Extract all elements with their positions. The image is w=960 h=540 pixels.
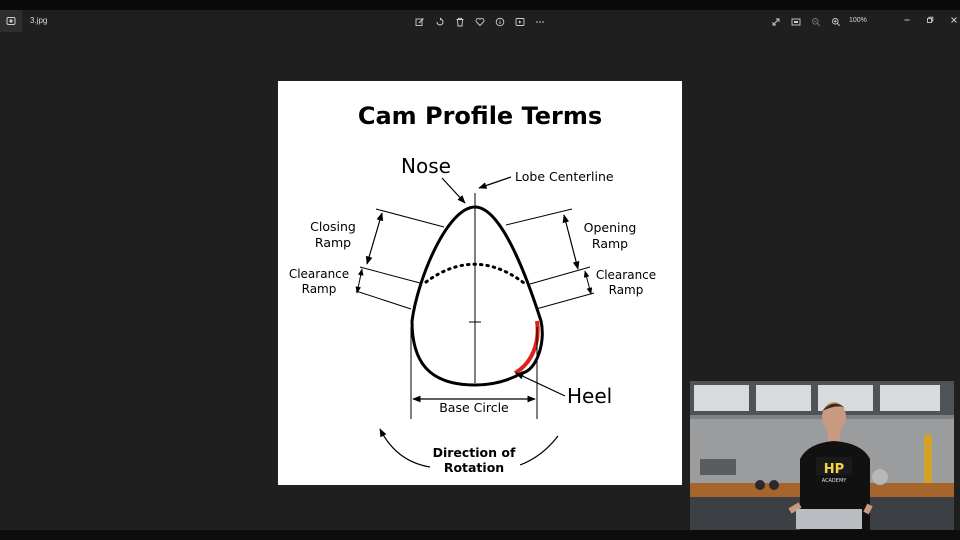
clearance-left-extension (355, 290, 412, 310)
fit-to-window-icon[interactable] (788, 14, 804, 30)
closing-ramp-extension-bottom (359, 266, 421, 284)
opening-ramp-extension-top (505, 208, 573, 226)
shirt-logo-academy: ACADEMY (822, 478, 848, 484)
favorite-icon[interactable] (472, 14, 488, 30)
shirt-logo-hp: HP (824, 462, 844, 477)
base-circle-label: Base Circle (439, 400, 509, 415)
edit-icon[interactable] (412, 14, 428, 30)
bottom-border (0, 530, 960, 540)
zoom-in-icon[interactable] (828, 14, 844, 30)
lobe-centerline-arrow (478, 176, 512, 189)
webcam-overlay: HP ACADEMY (690, 381, 954, 533)
center-cross (469, 316, 481, 328)
restore-icon[interactable] (920, 12, 940, 28)
file-name: 3.jpg (30, 16, 48, 25)
more-icon[interactable] (532, 14, 548, 30)
clearance-right-extension (535, 292, 595, 310)
delete-icon[interactable] (452, 14, 468, 30)
zoom-level: 100% (849, 17, 867, 24)
closing-ramp-label-1: Closing (310, 219, 356, 234)
heel-label: Heel (567, 384, 612, 408)
title-bar: 3.jpg 100% (0, 10, 960, 34)
presenter-video: HP ACADEMY (690, 381, 954, 533)
heel-arrow (515, 372, 566, 397)
opening-ramp-label-2: Ramp (592, 236, 628, 251)
nose-label: Nose (401, 154, 451, 178)
rotation-label-1: Direction of (433, 445, 516, 460)
cam-lobe-outline (410, 205, 544, 387)
rotation-arc-left (379, 428, 431, 468)
close-icon[interactable] (944, 12, 960, 28)
minimize-icon[interactable] (897, 12, 917, 28)
clearance-right-label-1: Clearance (596, 268, 656, 282)
cam-profile-diagram: Cam Profile Terms Nose Lobe Centerline C… (289, 102, 656, 475)
cam-profile-image: Cam Profile Terms Nose Lobe Centerline C… (278, 81, 682, 485)
slideshow-icon[interactable] (512, 14, 528, 30)
opening-ramp-extension-bottom (529, 266, 591, 285)
clearance-right-dimension-arrow (583, 270, 593, 295)
photos-app-icon[interactable] (0, 10, 22, 32)
opening-ramp-dimension-arrow (562, 214, 580, 270)
rotation-arc-right (519, 435, 559, 466)
closing-ramp-dimension-arrow (365, 212, 384, 265)
rotation-label-2: Rotation (444, 460, 504, 475)
rotate-icon[interactable] (432, 14, 448, 30)
lobe-centerline-label: Lobe Centerline (515, 169, 614, 184)
fullscreen-icon[interactable] (768, 14, 784, 30)
opening-ramp-label-1: Opening (584, 220, 637, 235)
clearance-right-label-2: Ramp (609, 283, 644, 297)
zoom-out-icon[interactable] (808, 14, 824, 30)
clearance-left-label-2: Ramp (302, 282, 337, 296)
clearance-left-label-1: Clearance (289, 267, 349, 281)
info-icon[interactable] (492, 14, 508, 30)
closing-ramp-extension-top (375, 208, 445, 228)
diagram-title: Cam Profile Terms (358, 102, 602, 130)
clearance-left-dimension-arrow (355, 268, 364, 294)
closing-ramp-label-2: Ramp (315, 235, 351, 250)
top-border (0, 0, 960, 10)
nose-arrow (441, 177, 466, 204)
